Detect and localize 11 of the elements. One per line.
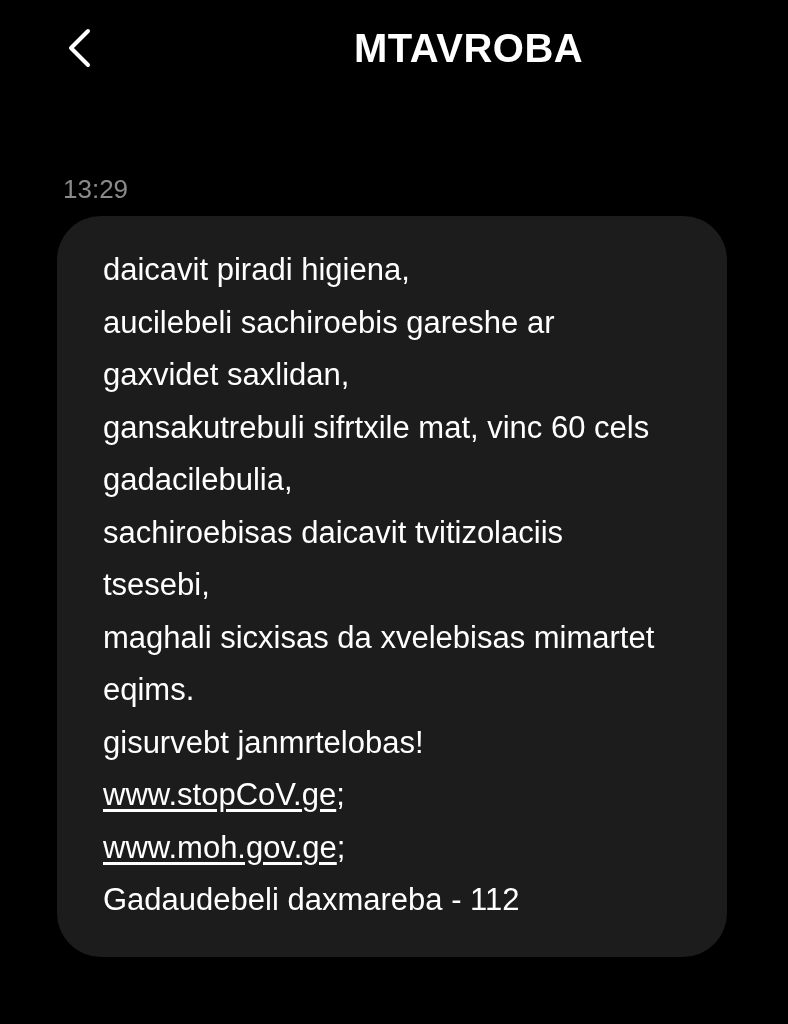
- web-link[interactable]: www.moh.gov.ge: [103, 829, 337, 865]
- message-text: daicavit piradi higiena,: [103, 251, 411, 289]
- back-icon[interactable]: [66, 28, 92, 68]
- message-text: ;: [336, 777, 345, 812]
- message-text: maghali sicxisas da xvelebisas mimartet eqims.: [103, 618, 656, 709]
- web-link[interactable]: www.stopCoV.ge: [103, 777, 337, 812]
- message-text: Gadaudebeli daxmareba - 112: [103, 881, 521, 919]
- message-time: 13:29: [63, 174, 130, 204]
- message-text: gisurvebt janmrtelobas!: [103, 723, 425, 762]
- message-text: ;: [336, 829, 346, 865]
- contact-title: MTAVROBA: [354, 25, 584, 71]
